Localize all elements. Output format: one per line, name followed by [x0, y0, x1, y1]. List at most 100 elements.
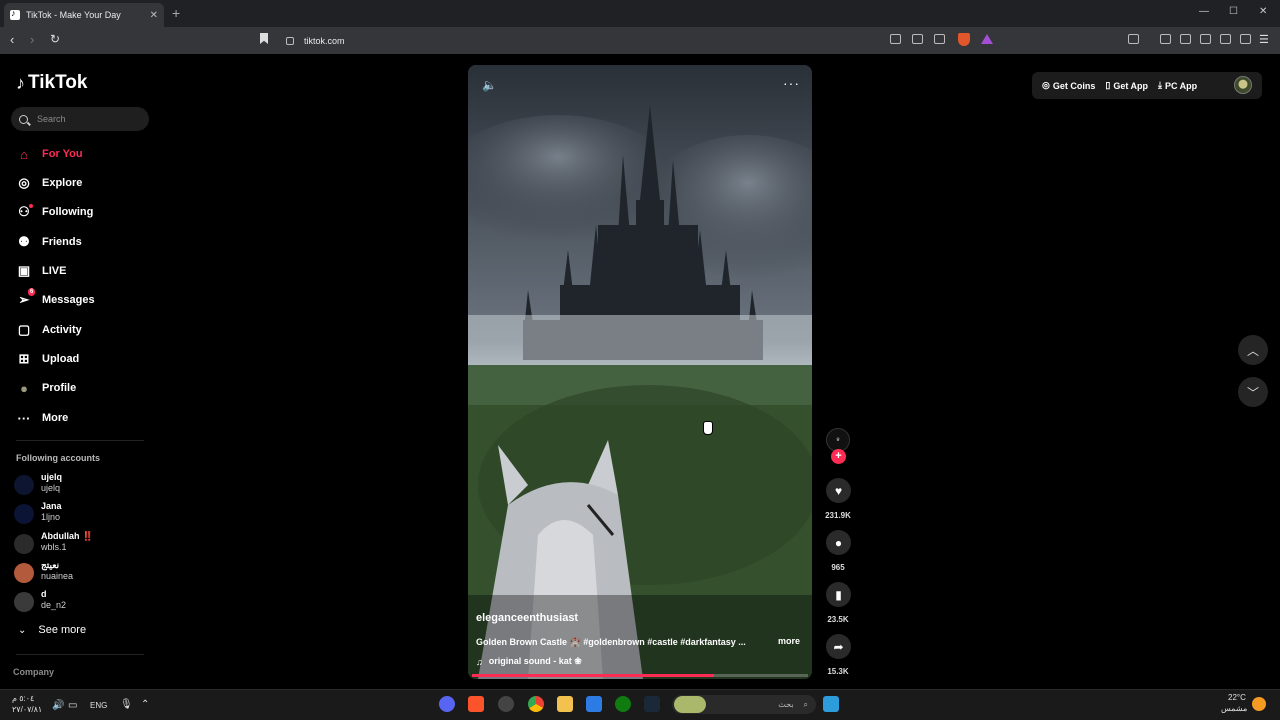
company-link[interactable]: Company: [13, 667, 54, 677]
nav-label: Explore: [42, 177, 83, 189]
nav-profile[interactable]: ● Profile: [16, 378, 76, 398]
previous-video-button[interactable]: ︿: [1238, 335, 1268, 365]
see-more-button[interactable]: ⌄ See more: [18, 624, 86, 636]
profile-icon: ●: [20, 380, 28, 396]
save-button[interactable]: ▮: [826, 582, 851, 607]
account-name: ujelq: [41, 472, 63, 482]
heart-icon: ♥: [834, 483, 843, 498]
leo-icon[interactable]: [1220, 34, 1231, 44]
screenshot-icon[interactable]: [1128, 34, 1139, 44]
get-app-label: Get App: [1113, 80, 1148, 91]
back-icon[interactable]: ‹: [10, 32, 14, 47]
cast-icon[interactable]: [912, 34, 923, 44]
file-explorer-icon[interactable]: [557, 696, 573, 712]
mic-tray-icon[interactable]: 🎙: [120, 699, 133, 710]
network-tray-icon[interactable]: ▭: [68, 700, 77, 711]
nav-more[interactable]: ··· More: [16, 408, 69, 428]
sidebar-icon[interactable]: [1180, 34, 1191, 44]
nav-following[interactable]: ⚇ Following: [16, 202, 93, 222]
follow-button[interactable]: +: [831, 449, 846, 464]
get-coins-label: Get Coins: [1052, 80, 1096, 91]
nav-friends[interactable]: ⚉ Friends: [16, 232, 82, 252]
share-arrow-icon: ➦: [833, 639, 844, 654]
video-player[interactable]: [468, 65, 812, 679]
nav-label: Messages: [42, 294, 95, 306]
nav-activity[interactable]: ▢ Activity: [16, 320, 82, 340]
chrome-icon[interactable]: [528, 696, 544, 712]
pc-app-button[interactable]: ⤓ PC App: [1158, 80, 1197, 91]
store-icon[interactable]: [586, 696, 602, 712]
user-avatar[interactable]: [1234, 76, 1252, 94]
more-icon: ···: [17, 410, 31, 426]
account-handle: nuainea: [41, 571, 74, 581]
header-actions: ◎ Get Coins ▯ Get App ⤓ PC App: [1032, 72, 1262, 99]
site-info-icon[interactable]: [286, 36, 294, 45]
minimize-button[interactable]: —: [1199, 6, 1209, 17]
get-coins-button[interactable]: ◎ Get Coins: [1042, 80, 1095, 91]
windows-start-icon[interactable]: [823, 696, 839, 712]
volume-icon[interactable]: 🔈: [482, 78, 497, 92]
brave-icon[interactable]: [468, 696, 484, 712]
nav-live[interactable]: ▣ LIVE: [16, 261, 67, 281]
volume-tray-icon[interactable]: 🔊: [52, 700, 64, 711]
share-button[interactable]: ➦: [826, 634, 851, 659]
xbox-icon[interactable]: [615, 696, 631, 712]
browser-tab[interactable]: TikTok - Make Your Day ✕: [4, 3, 164, 27]
media-icon[interactable]: [1160, 34, 1171, 44]
maximize-button[interactable]: ☐: [1229, 6, 1238, 17]
taskbar-time[interactable]: ٥:٠٤ م: [12, 694, 34, 703]
mouse-cursor: [703, 421, 713, 435]
search-highlight-image: [674, 696, 706, 713]
taskbar-date[interactable]: ٢٧/٠٧/٨١: [12, 705, 42, 714]
like-count: 231.9K: [825, 511, 851, 520]
phone-icon: ▯: [1105, 80, 1111, 90]
brave-shield-icon[interactable]: [958, 33, 970, 46]
tray-expand-icon[interactable]: ⌃: [141, 699, 149, 710]
chevron-up-icon: ︿: [1246, 343, 1259, 358]
vpn-icon[interactable]: [1240, 34, 1251, 44]
description-more-button[interactable]: more: [778, 636, 800, 646]
video-author[interactable]: eleganceenthusiast: [476, 612, 578, 624]
comment-button[interactable]: ●: [826, 530, 851, 555]
nav-for-you[interactable]: ⌂ For You: [16, 144, 82, 164]
language-indicator[interactable]: ENG: [90, 701, 107, 710]
avatar: [14, 475, 34, 495]
discord-icon[interactable]: [439, 696, 455, 712]
video-options-icon[interactable]: ···: [783, 75, 800, 91]
next-video-button[interactable]: ﹀: [1238, 377, 1268, 407]
extension-icon[interactable]: [890, 34, 901, 44]
nav-label: Following: [42, 206, 94, 218]
account-item[interactable]: d de_n2: [14, 588, 154, 614]
video-progress-bar[interactable]: [472, 674, 808, 677]
account-name: Abdullah ‼️: [41, 531, 94, 541]
video-sound[interactable]: ♫ original sound - kat ❀: [476, 656, 582, 667]
account-item[interactable]: ujelq ujelq: [14, 471, 154, 497]
nav-explore[interactable]: ◎ Explore: [16, 173, 82, 193]
share-icon[interactable]: [934, 34, 945, 44]
tab-close-icon[interactable]: ✕: [150, 10, 158, 21]
account-item[interactable]: Abdullah ‼️ wbls.1: [14, 530, 154, 556]
tiktok-logo[interactable]: ♪ TikTok: [16, 72, 87, 94]
weather-temp[interactable]: 22°C: [1228, 693, 1246, 702]
nav-messages[interactable]: ➢ 6 Messages: [16, 288, 95, 310]
menu-icon[interactable]: ☰: [1259, 33, 1269, 46]
like-button[interactable]: ♥: [826, 478, 851, 503]
account-name: Jana: [41, 501, 62, 511]
sun-weather-icon[interactable]: [1252, 697, 1266, 711]
get-app-button[interactable]: ▯ Get App: [1105, 80, 1148, 91]
account-item[interactable]: Jana 1ljno: [14, 500, 154, 526]
taskbar-search[interactable]: بحث ⌕: [672, 695, 816, 714]
close-window-button[interactable]: ✕: [1259, 6, 1267, 17]
search-input[interactable]: Search: [11, 107, 149, 131]
weather-label[interactable]: مشمس: [1221, 704, 1247, 713]
account-item[interactable]: نعيتج nuainea: [14, 559, 154, 585]
new-tab-button[interactable]: +: [172, 5, 180, 21]
app-icon[interactable]: [498, 696, 514, 712]
messages-icon: ➢ 6: [16, 288, 36, 308]
reload-icon[interactable]: ↻: [50, 32, 60, 46]
steam-icon[interactable]: [644, 696, 660, 712]
wallet-icon[interactable]: [1200, 34, 1211, 44]
brave-rewards-icon[interactable]: [981, 34, 993, 44]
forward-icon[interactable]: ›: [30, 32, 34, 47]
nav-upload[interactable]: ⊞ Upload: [16, 349, 80, 369]
